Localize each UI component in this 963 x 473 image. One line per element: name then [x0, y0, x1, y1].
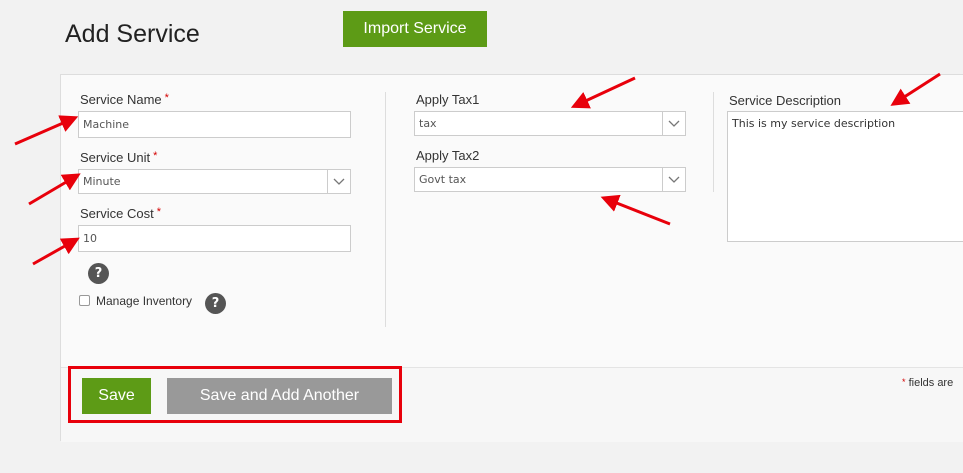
- manage-inventory-label: Manage Inventory: [96, 294, 193, 308]
- help-icon[interactable]: ?: [88, 263, 109, 284]
- service-unit-label: Service Unit *: [80, 150, 158, 165]
- apply-tax2-label: Apply Tax2: [416, 148, 480, 163]
- import-service-button[interactable]: Import Service: [343, 11, 487, 47]
- service-cost-input[interactable]: [78, 225, 351, 252]
- service-name-input[interactable]: [78, 111, 351, 138]
- service-unit-value: Minute: [83, 175, 121, 188]
- page-title: Add Service: [65, 20, 200, 48]
- service-description-label: Service Description: [729, 93, 841, 108]
- service-unit-select[interactable]: Minute: [78, 169, 351, 194]
- service-name-label: Service Name *: [80, 92, 169, 107]
- apply-tax1-label: Apply Tax1: [416, 92, 480, 107]
- apply-tax1-select[interactable]: tax: [414, 111, 686, 136]
- required-marker: *: [153, 150, 158, 162]
- apply-tax2-select[interactable]: Govt tax: [414, 167, 686, 192]
- chevron-down-icon[interactable]: [327, 170, 350, 193]
- required-marker: *: [902, 377, 906, 387]
- service-cost-label: Service Cost *: [80, 206, 161, 221]
- required-fields-note: * fields are: [902, 377, 954, 389]
- apply-tax1-value: tax: [419, 117, 437, 130]
- column-divider-1: [385, 92, 386, 327]
- required-marker: *: [164, 92, 169, 104]
- buttons-highlight-box: [68, 366, 402, 423]
- manage-inventory-checkbox[interactable]: [79, 295, 90, 306]
- chevron-down-icon[interactable]: [662, 112, 685, 135]
- column-divider-2: [713, 92, 714, 192]
- service-description-textarea[interactable]: This is my service description: [727, 111, 963, 242]
- apply-tax2-value: Govt tax: [419, 173, 467, 186]
- help-icon[interactable]: ?: [205, 293, 226, 314]
- chevron-down-icon[interactable]: [662, 168, 685, 191]
- required-marker: *: [156, 206, 161, 218]
